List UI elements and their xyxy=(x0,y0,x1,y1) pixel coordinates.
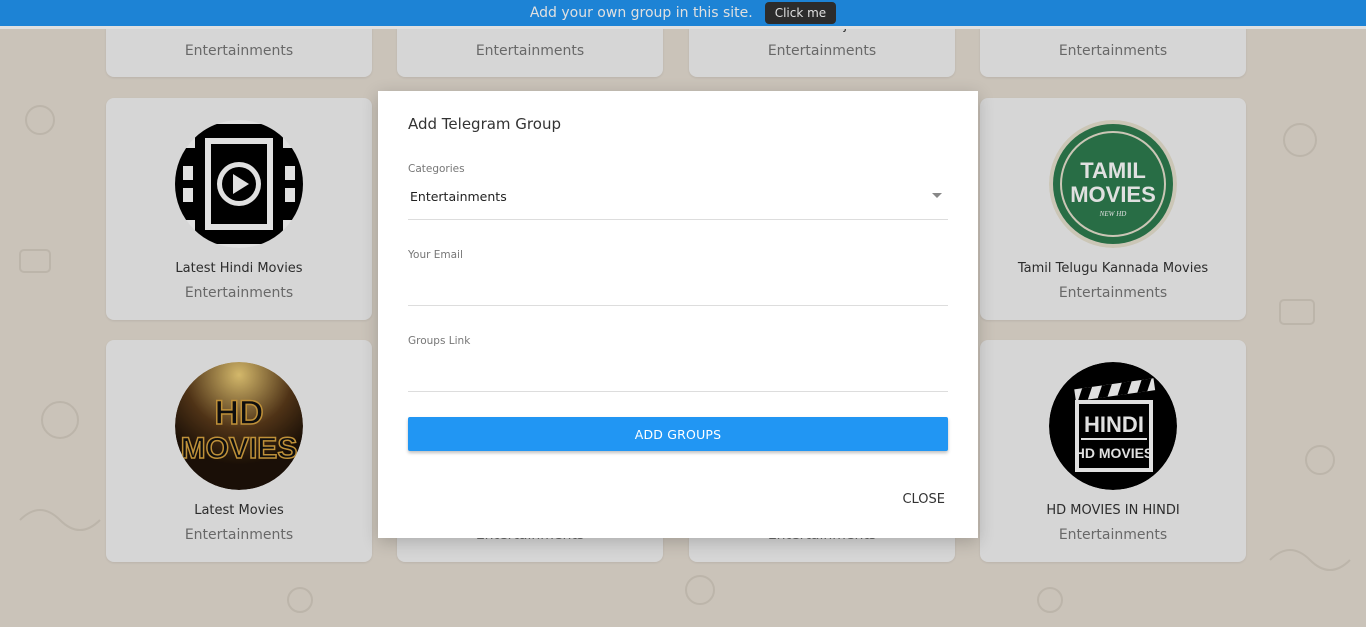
email-label: Your Email xyxy=(408,249,463,261)
categories-select[interactable]: Categories Entertainments xyxy=(408,163,948,220)
field-underline xyxy=(408,391,948,392)
email-field[interactable] xyxy=(408,265,952,297)
categories-label: Categories xyxy=(408,163,465,175)
email-field-group: Your Email xyxy=(408,249,952,306)
field-underline xyxy=(408,305,948,306)
groups-link-label: Groups Link xyxy=(408,335,471,347)
dropdown-caret-icon[interactable] xyxy=(932,193,942,198)
categories-value: Entertainments xyxy=(410,189,507,204)
modal-title: Add Telegram Group xyxy=(408,115,561,133)
link-field-group: Groups Link xyxy=(408,335,952,392)
add-group-modal: Add Telegram Group Categories Entertainm… xyxy=(378,91,978,538)
close-button[interactable]: CLOSE xyxy=(902,492,945,507)
groups-link-field[interactable] xyxy=(408,351,952,383)
field-underline xyxy=(408,219,948,220)
add-groups-button[interactable]: ADD GROUPS xyxy=(408,417,948,451)
